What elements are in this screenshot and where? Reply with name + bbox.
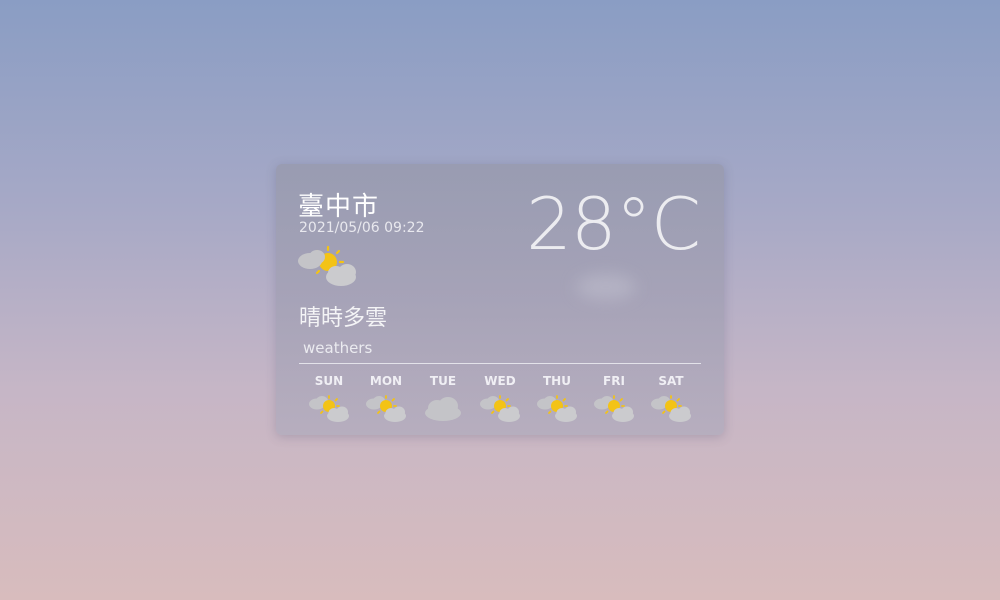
partly-cloudy-icon: [480, 395, 520, 422]
partly-cloudy-icon: [651, 395, 691, 422]
forecast-day: SUN: [307, 374, 351, 423]
forecast-day: FRI: [592, 374, 636, 423]
weather-description: 晴時多雲: [299, 306, 388, 331]
forecast-row: SUN MON TUE WED THU FRI SAT: [299, 374, 701, 423]
background-blur: [576, 274, 636, 300]
forecast-day: TUE: [421, 374, 465, 423]
day-label: THU: [543, 374, 571, 388]
day-label: FRI: [603, 374, 625, 388]
forecast-day: WED: [478, 374, 522, 423]
forecast-day: SAT: [649, 374, 693, 423]
datetime: 2021/05/06 09:22: [299, 220, 425, 236]
partly-cloudy-icon: [594, 395, 634, 422]
current-temperature: 28°C: [526, 182, 701, 266]
partly-cloudy-icon: [298, 245, 356, 286]
city-name: 臺中市: [298, 192, 380, 222]
partly-cloudy-icon: [366, 395, 406, 422]
day-label: MON: [369, 374, 403, 388]
divider: [299, 363, 701, 364]
forecast-day: THU: [535, 374, 579, 423]
day-label: TUE: [429, 374, 457, 388]
cloud-icon: [425, 397, 461, 421]
weather-card: 臺中市 2021/05/06 09:22 28°C 晴時多雲 weathers: [276, 164, 724, 435]
day-label: SAT: [658, 374, 684, 388]
partly-cloudy-icon: [309, 395, 349, 422]
weather-subtitle: weathers: [303, 339, 373, 357]
forecast-day: MON: [364, 374, 408, 423]
partly-cloudy-icon: [537, 395, 577, 422]
day-label: SUN: [314, 374, 344, 388]
day-label: WED: [484, 374, 516, 388]
